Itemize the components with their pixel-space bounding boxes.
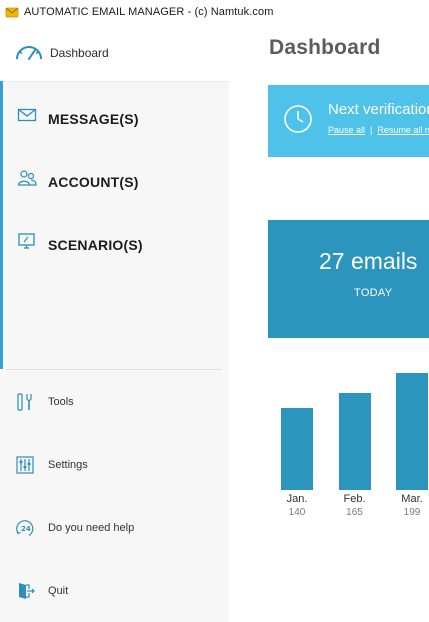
sidebar-item-quit[interactable]: Quit xyxy=(0,571,226,615)
chart-bar xyxy=(396,373,428,490)
sidebar-item-label: ACCOUNT(S) xyxy=(48,174,139,190)
exit-icon xyxy=(15,581,35,601)
monitor-icon xyxy=(17,232,37,250)
sidebar-item-help[interactable]: 24 Do you need help xyxy=(0,508,226,552)
link-separator: | xyxy=(370,125,373,135)
emails-stat-card: 27 emails TODAY xyxy=(268,220,429,338)
stat-value: 27 emails xyxy=(319,248,418,274)
chart-value-label: 165 xyxy=(346,507,363,518)
clock-icon xyxy=(282,103,314,135)
resume-all-link[interactable]: Resume all now xyxy=(377,125,429,135)
sidebar-item-scenarios[interactable]: SCENARIO(S) xyxy=(3,215,229,265)
sidebar-item-label: Settings xyxy=(48,459,88,471)
stat-period: TODAY xyxy=(354,287,393,299)
sidebar-item-label: SCENARIO(S) xyxy=(48,237,143,253)
settings-icon xyxy=(15,455,35,475)
page-title: Dashboard xyxy=(269,36,381,59)
main-nav: MESSAGE(S) ACCOUNT(S) SCENARIO(S) xyxy=(0,81,229,369)
sidebar: Dashboard MESSAGE(S) ACCOUNT(S) SCENARIO… xyxy=(0,24,229,622)
svg-text:24: 24 xyxy=(21,525,31,533)
sidebar-item-tools[interactable]: Tools xyxy=(0,382,226,426)
sidebar-item-dashboard[interactable]: Dashboard xyxy=(0,24,229,82)
sidebar-item-label: Tools xyxy=(48,396,74,408)
chart-value-label: 140 xyxy=(288,507,306,518)
sidebar-item-label: Dashboard xyxy=(50,46,109,60)
sidebar-item-label: Quit xyxy=(48,585,69,597)
envelope-icon xyxy=(17,106,37,124)
tools-icon xyxy=(15,392,35,412)
title-bar: AUTOMATIC EMAIL MANAGER - (c) Namtuk.com xyxy=(0,0,429,24)
chart-month-label: Feb. xyxy=(343,493,366,505)
chart-bar xyxy=(338,393,371,490)
window-title: AUTOMATIC EMAIL MANAGER - (c) Namtuk.com xyxy=(24,6,274,18)
gauge-icon xyxy=(14,39,44,63)
verification-banner: Next verification Pause all | Resume all n… xyxy=(268,85,429,157)
sidebar-item-accounts[interactable]: ACCOUNT(S) xyxy=(3,152,229,202)
sidebar-item-label: MESSAGE(S) xyxy=(48,111,139,127)
chart-month-label: Jan. xyxy=(286,493,308,505)
help-24-icon: 24 xyxy=(15,518,35,538)
verification-title: Next verification xyxy=(328,101,429,118)
chart-bar xyxy=(281,408,313,490)
app-envelope-icon xyxy=(5,5,19,19)
pause-all-link[interactable]: Pause all xyxy=(328,125,365,135)
monthly-emails-chart: Jan. 140 Feb. 165 Mar. 199 xyxy=(229,344,429,544)
sidebar-divider xyxy=(6,369,222,370)
sidebar-item-messages[interactable]: MESSAGE(S) xyxy=(3,89,229,139)
users-icon xyxy=(17,169,37,187)
sidebar-item-label: Do you need help xyxy=(48,522,135,534)
main-content: Dashboard Next verification Pause all | Re… xyxy=(229,24,429,622)
sidebar-item-settings[interactable]: Settings xyxy=(0,445,226,489)
chart-value-label: 199 xyxy=(403,507,421,518)
chart-month-label: Mar. xyxy=(401,493,423,505)
verification-links: Pause all | Resume all now xyxy=(328,125,429,135)
